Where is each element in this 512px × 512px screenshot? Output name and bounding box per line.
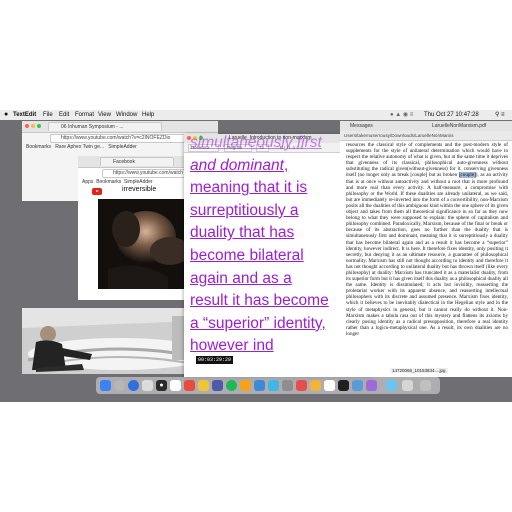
highlighted-word: [couple] <box>458 172 476 179</box>
youtube-logo-icon <box>92 188 102 195</box>
zoom-window-button[interactable] <box>37 124 41 128</box>
bookmark-item[interactable]: SimpleAdder <box>124 179 153 185</box>
documents-stack-icon[interactable] <box>402 380 413 391</box>
tab-facebook[interactable]: Facebook <box>100 157 174 166</box>
youtube-tab-strip: 06 Inhuman Symposium - ... <box>22 121 218 133</box>
photos-icon[interactable] <box>198 380 209 391</box>
text-run: a “superior” identity, <box>190 314 326 332</box>
menu-edit[interactable]: Edit <box>59 110 69 120</box>
pdf-preview-window: Messages LaruelleNonMarxism.pdf Users/ta… <box>340 121 512 377</box>
imovie-icon[interactable] <box>212 380 223 391</box>
desktop-screen: ● TextEdit File Edit Format View Window … <box>0 110 512 402</box>
vlc-icon[interactable] <box>240 380 251 391</box>
facebook-bookmarks-bar: Apps Bookmarks SimpleAdder <box>82 179 153 185</box>
text-run: again and as a <box>190 269 292 287</box>
safari-icon[interactable] <box>128 380 139 391</box>
menu-format[interactable]: Format <box>75 110 94 120</box>
menu-clock: Thu Oct 27 10:47:28 <box>424 112 479 118</box>
photo-booth-icon[interactable] <box>184 380 195 391</box>
minimize-window-button[interactable] <box>31 124 35 128</box>
text-run: result it has become <box>190 292 329 310</box>
close-window-button[interactable] <box>25 124 29 128</box>
status-icons: ● ▲ ◉ ≡ <box>390 112 414 118</box>
bookmark-item[interactable]: Bookmarks <box>26 144 51 150</box>
messages-tab[interactable]: Messages <box>350 122 373 130</box>
preview-icon[interactable] <box>310 380 321 391</box>
finder-icon[interactable] <box>100 380 111 391</box>
bookmark-item[interactable]: Bookmarks <box>96 179 121 185</box>
calendar-icon[interactable]: ● <box>156 380 167 391</box>
word-icon[interactable] <box>352 380 363 391</box>
pdf-path-bar[interactable]: Users/takemuserrousy/Downloads/LaruelleN… <box>340 131 512 141</box>
finder-file-label[interactable]: 14720066_10153834....jpg <box>390 368 448 373</box>
apple-menu-icon[interactable]: ● <box>4 110 8 120</box>
text-run: become bilateral <box>190 246 304 264</box>
text-run: meaning that it is <box>190 179 308 197</box>
menu-file[interactable]: File <box>43 110 53 120</box>
pdf-filename: LaruelleNonMarxism.pdf <box>432 123 487 129</box>
downloads-stack-icon[interactable] <box>386 380 397 391</box>
acrobat-icon[interactable] <box>296 380 307 391</box>
menu-view[interactable]: View <box>98 110 111 120</box>
app-menu-textedit[interactable]: TextEdit <box>13 110 36 120</box>
menu-bar: ● TextEdit File Edit Format View Window … <box>0 110 512 120</box>
text-run: duality that has <box>190 224 295 242</box>
terminal-icon[interactable] <box>338 380 349 391</box>
bookmark-item[interactable]: Rare Aphex Twin ge... <box>55 144 104 150</box>
itunes-icon[interactable] <box>366 380 377 391</box>
notes-icon[interactable] <box>170 380 181 391</box>
launchpad-icon[interactable] <box>114 380 125 391</box>
italic-text-run: and dominant <box>190 156 284 174</box>
textedit-icon[interactable] <box>324 380 335 391</box>
tab-youtube[interactable]: 06 Inhuman Symposium - ... <box>48 122 162 131</box>
text-run: surreptitiously a <box>190 201 299 219</box>
video-title: irreversible <box>122 186 157 193</box>
text-run: , <box>283 156 289 174</box>
app-store-icon[interactable] <box>254 380 265 391</box>
system-preferences-icon[interactable] <box>282 380 293 391</box>
mail-icon[interactable] <box>142 380 153 391</box>
spotify-icon[interactable] <box>226 380 237 391</box>
bookmark-item[interactable]: Apps <box>82 179 93 185</box>
menu-window[interactable]: Window <box>116 110 137 120</box>
trash-icon[interactable] <box>420 380 431 391</box>
youtube-bookmarks-bar: Bookmarks Rare Aphex Twin ge... SimpleAd… <box>26 144 137 150</box>
dock: ● <box>96 377 440 394</box>
menu-help[interactable]: Help <box>142 110 154 120</box>
text-run: however ind <box>190 337 274 355</box>
pdf-page-text[interactable]: resources the classical style of complem… <box>346 142 508 376</box>
video-timestamp: 00:03:29:29 <box>196 356 234 364</box>
bookmark-item[interactable]: SimpleAdder <box>108 144 137 150</box>
spotlight-icon[interactable]: ⚲ ≡ <box>495 110 505 120</box>
skype-icon[interactable] <box>268 380 279 391</box>
